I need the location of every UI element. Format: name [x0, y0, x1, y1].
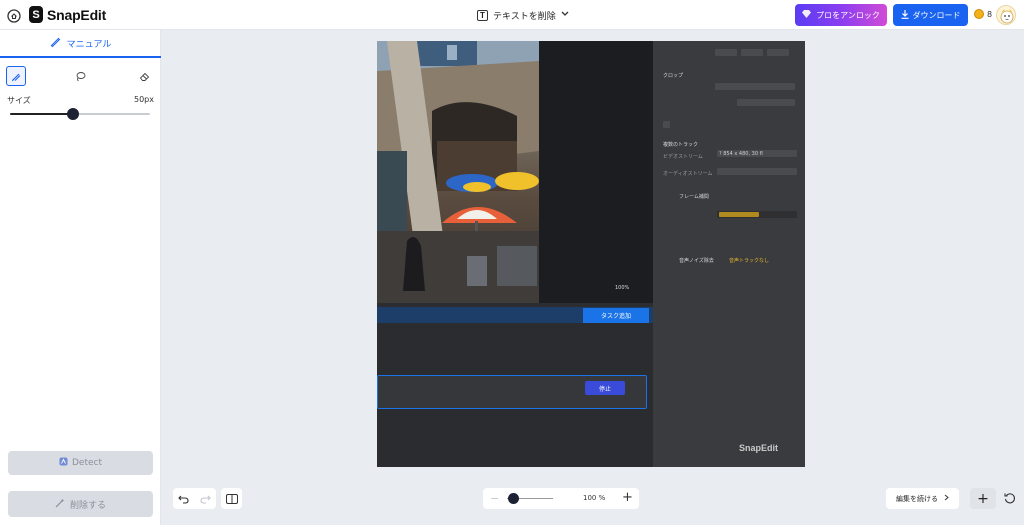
- lasso-tool-button[interactable]: [70, 66, 90, 86]
- download-button[interactable]: ダウンロード: [893, 4, 968, 26]
- brush-size-label: サイズ: [7, 96, 31, 105]
- tool-selector-label: テキストを削除: [493, 11, 556, 22]
- brush-size-slider-fill: [10, 113, 73, 115]
- reset-button[interactable]: [1000, 488, 1020, 509]
- compare-icon: [225, 489, 238, 508]
- tab-manual-label: マニュアル: [66, 39, 112, 50]
- snapedit-watermark: SnapEdit: [739, 443, 779, 453]
- text-tool-icon: T: [477, 9, 488, 21]
- frame-interp-label: フレーム補間: [679, 194, 709, 200]
- settings-panel-screenshot: クロップ 複数のトラック ビデオストリーム ? 854 x 480, 30 fl…: [653, 41, 805, 467]
- compare-button[interactable]: [221, 488, 242, 509]
- magic-wand-icon: [55, 498, 65, 511]
- brush-size-slider-thumb[interactable]: [67, 108, 79, 120]
- lasso-icon: [75, 67, 86, 86]
- undo-icon[interactable]: [178, 489, 189, 508]
- history-controls: [173, 488, 216, 509]
- home-icon[interactable]: [7, 8, 21, 23]
- panel-control: [717, 168, 797, 175]
- chevron-down-icon: [561, 10, 569, 20]
- detect-button[interactable]: Detect: [8, 451, 153, 475]
- ai-icon: [59, 457, 68, 469]
- zoom-in-button[interactable]: +: [622, 490, 633, 505]
- coin-icon: [974, 9, 984, 19]
- audio-stream-label: オーディオストリーム: [663, 171, 713, 177]
- continue-editing-label: 編集を続ける: [896, 494, 938, 503]
- remove-label: 削除する: [69, 500, 106, 511]
- embedded-stop-button: 停止: [585, 381, 625, 395]
- edited-image[interactable]: 100% クロップ 複数のトラック ビデオストリーム ? 854 x 480, …: [377, 41, 805, 467]
- panel-control: [767, 49, 789, 56]
- noise-label: 音声ノイズ除去: [679, 258, 714, 264]
- brush-tools: [6, 66, 156, 86]
- diamond-icon: [802, 10, 812, 20]
- street-photo: [377, 41, 539, 303]
- panel-progress: [719, 212, 759, 217]
- zoom-slider-thumb[interactable]: [508, 493, 519, 504]
- eraser-tool-button[interactable]: [134, 66, 154, 86]
- brush-size-value: 50px: [134, 95, 154, 104]
- brush-tool-button[interactable]: [6, 66, 26, 86]
- dark-overlay: [539, 41, 653, 303]
- tab-manual[interactable]: マニュアル: [0, 30, 161, 58]
- unlock-pro-button[interactable]: プロをアンロック: [795, 4, 887, 26]
- download-icon: [901, 9, 909, 21]
- panel-control: [737, 99, 795, 106]
- tool-selector[interactable]: T テキストを削除: [471, 5, 575, 25]
- tracks-title: 複数のトラック: [663, 142, 699, 148]
- remove-button[interactable]: 削除する: [8, 491, 153, 517]
- video-stream-value: ? 854 x 480, 30 fl: [719, 151, 763, 157]
- crop-title: クロップ: [663, 73, 684, 79]
- logo-text: SnapEdit: [47, 6, 107, 23]
- noise-value: 音声トラックなし: [729, 258, 770, 264]
- download-label: ダウンロード: [912, 10, 961, 20]
- credits-counter[interactable]: 8: [974, 9, 992, 19]
- detect-label: Detect: [71, 458, 102, 468]
- chevron-right-icon: [944, 494, 949, 503]
- panel-control: [715, 49, 737, 56]
- brush-size-slider[interactable]: [10, 108, 150, 120]
- add-button[interactable]: +: [970, 488, 996, 509]
- eraser-icon: [139, 67, 150, 86]
- panel-checkbox: [663, 121, 670, 128]
- credits-value: 8: [987, 9, 993, 19]
- zoom-percent: 100 %: [583, 494, 606, 502]
- embedded-task-button: タスク追加: [583, 308, 649, 323]
- embedded-zoom-readout: 100%: [615, 285, 630, 291]
- redo-icon[interactable]: [200, 489, 211, 508]
- video-stream-label: ビデオストリーム: [663, 154, 703, 160]
- panel-control: [715, 83, 795, 90]
- sidebar: マニュアル サイズ 50px Detect 削除する: [0, 30, 161, 525]
- zoom-control: − 100 % +: [483, 488, 639, 509]
- app-logo[interactable]: S SnapEdit: [29, 6, 106, 23]
- top-bar: S SnapEdit T テキストを削除 プロをアンロック ダウンロード 8: [0, 0, 1024, 30]
- user-avatar[interactable]: [996, 5, 1016, 25]
- logo-mark: S: [29, 6, 43, 23]
- brush-icon: [50, 36, 61, 50]
- continue-editing-button[interactable]: 編集を続ける: [886, 488, 959, 509]
- brush-icon: [11, 67, 22, 86]
- panel-control: [741, 49, 763, 56]
- refresh-icon: [1004, 489, 1016, 508]
- unlock-pro-label: プロをアンロック: [816, 10, 880, 20]
- zoom-out-button[interactable]: −: [490, 492, 499, 505]
